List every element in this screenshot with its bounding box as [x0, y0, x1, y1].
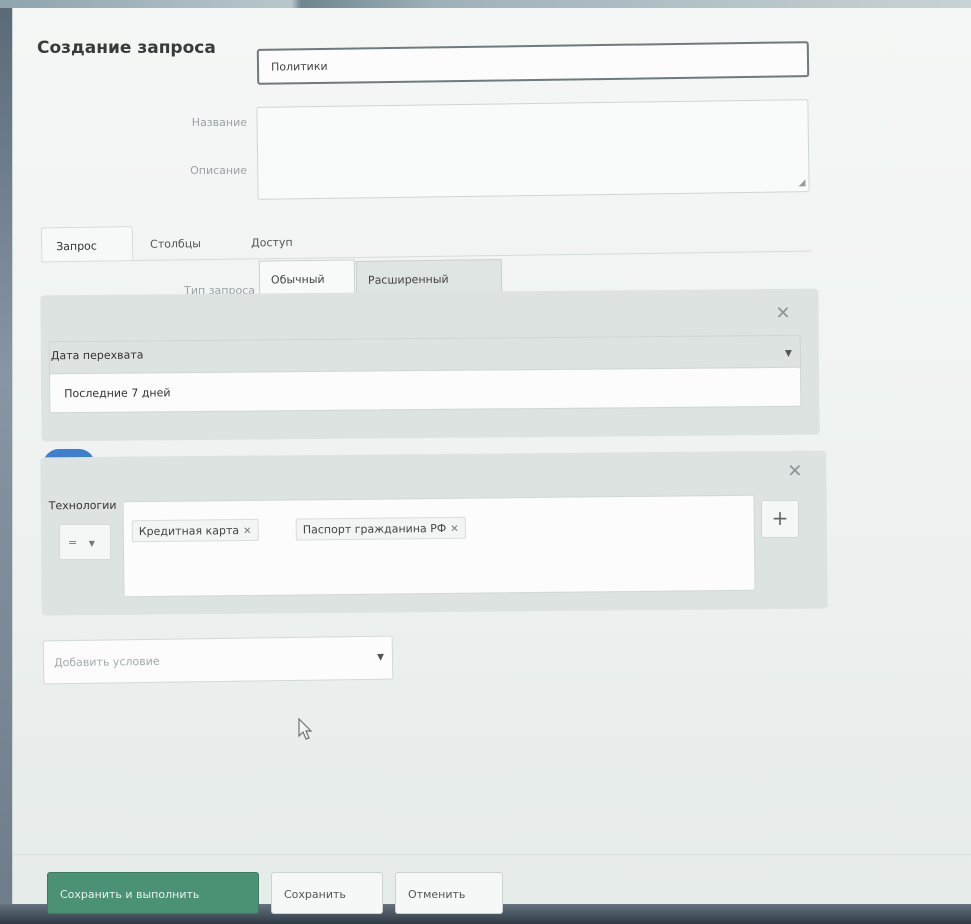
- save-button[interactable]: Сохранить: [271, 872, 383, 914]
- remove-tag-icon[interactable]: ✕: [450, 524, 459, 535]
- close-icon[interactable]: ✕: [787, 461, 802, 482]
- tag-chip: Паспорт гражданина РФ ✕: [295, 516, 466, 541]
- mouse-cursor-icon: [298, 718, 313, 740]
- operator-select[interactable]: = ▼: [59, 524, 111, 560]
- plus-icon[interactable]: +: [761, 500, 799, 538]
- chevron-down-icon: ▼: [88, 539, 95, 548]
- name-label: Название: [191, 116, 247, 129]
- dialog-title: Создание запроса: [37, 38, 216, 58]
- remove-tag-icon[interactable]: ✕: [243, 526, 252, 537]
- tag-chip: Кредитная карта ✕: [131, 518, 259, 543]
- tags-input[interactable]: Кредитная карта ✕ Паспорт гражданина РФ ✕: [122, 494, 756, 598]
- close-icon[interactable]: ✕: [775, 303, 790, 324]
- add-condition-select[interactable]: Добавить условие ▼: [42, 635, 394, 685]
- operator-value: =: [68, 536, 78, 549]
- condition-field-label: Технологии: [48, 498, 117, 513]
- resize-grip-icon[interactable]: ◢: [799, 178, 806, 188]
- query-tabs: Запрос Столбцы Доступ: [40, 202, 812, 263]
- tab-columns[interactable]: Столбцы: [136, 225, 234, 260]
- condition-value: Последние 7 дней: [64, 386, 171, 401]
- name-input-value: Политики: [270, 59, 328, 74]
- description-label: Описание: [190, 164, 247, 177]
- chevron-down-icon: ▼: [784, 348, 792, 359]
- cancel-button[interactable]: Отменить: [395, 872, 503, 914]
- save-and-run-button[interactable]: Сохранить и выполнить: [47, 872, 259, 914]
- description-textarea[interactable]: ◢: [256, 99, 810, 200]
- screen-left-edge: [0, 8, 12, 924]
- create-query-dialog: Создание запроса Название Политики Описа…: [12, 8, 971, 914]
- screen-top-edge: [0, 0, 971, 8]
- tag-label: Кредитная карта: [138, 524, 240, 539]
- condition-group-date: ✕ Дата перехвата ▼ Последние 7 дней: [40, 288, 820, 442]
- footer-divider: [13, 854, 971, 855]
- tab-access[interactable]: Доступ: [237, 223, 327, 258]
- condition-value-select[interactable]: Последние 7 дней: [49, 366, 802, 414]
- add-condition-placeholder: Добавить условие: [53, 654, 160, 670]
- name-input[interactable]: Политики: [256, 41, 810, 85]
- chevron-down-icon: ▼: [376, 652, 385, 663]
- tag-label: Паспорт гражданина РФ: [302, 521, 447, 537]
- tab-query[interactable]: Запрос: [40, 226, 134, 262]
